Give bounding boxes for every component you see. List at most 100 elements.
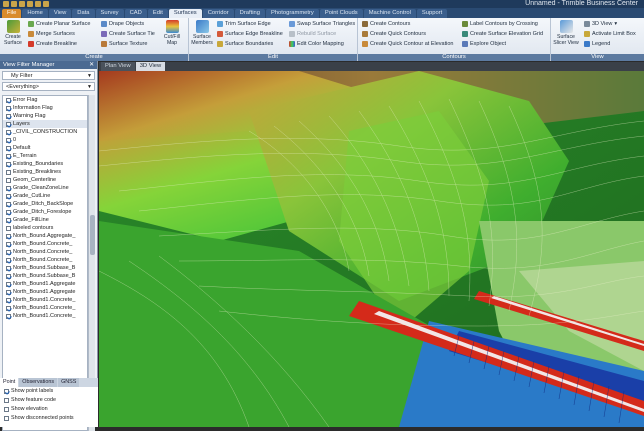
layer-item[interactable]: _CIVIL_CONSTRUCTION — [3, 128, 87, 136]
layer-item[interactable]: North_Bound.Subbase_B — [3, 264, 87, 272]
checkbox[interactable] — [4, 389, 9, 394]
flag-item[interactable]: Error Flag — [3, 96, 87, 104]
checkbox[interactable] — [6, 177, 11, 183]
checkbox[interactable] — [6, 305, 11, 311]
surface-members-button[interactable]: Surface Members — [190, 20, 214, 46]
checkbox[interactable] — [6, 145, 11, 151]
layer-item[interactable]: Existing_Boundaries — [3, 160, 87, 168]
surface-slicer-view-button[interactable]: Surface Slicer View — [553, 20, 579, 46]
layer-item[interactable]: 0 — [3, 136, 87, 144]
checkbox[interactable] — [6, 129, 11, 135]
tab-view[interactable]: View — [48, 9, 72, 18]
layer-item[interactable]: Geom_Centerline — [3, 176, 87, 184]
tab-drafting[interactable]: Drafting — [234, 9, 265, 18]
view-tab-3d-view[interactable]: 3D View — [135, 62, 166, 71]
checkbox[interactable] — [6, 289, 11, 295]
layer-item[interactable]: North_Bound.Concrete_ — [3, 248, 87, 256]
point-option[interactable]: Show disconnected points — [0, 414, 98, 423]
3d-view-dropdown[interactable]: 3D View ▾ — [584, 20, 617, 28]
filter-select[interactable]: My Filter ▼ — [2, 71, 95, 80]
layer-item[interactable]: North_Bound.Aggregate_ — [3, 232, 87, 240]
create-quick-contours-button[interactable]: Create Quick Contours — [362, 30, 426, 38]
surface-texture-button[interactable]: Surface Texture — [101, 40, 147, 48]
close-icon[interactable]: ✕ — [89, 61, 94, 69]
edit-color-mapping-button[interactable]: Edit Color Mapping — [289, 40, 344, 48]
tab-cad[interactable]: CAD — [124, 9, 147, 18]
checkbox[interactable] — [6, 137, 11, 143]
checkbox[interactable] — [6, 185, 11, 191]
flag-item[interactable]: Information Flag — [3, 104, 87, 112]
layer-item[interactable]: Grade_CutLine — [3, 192, 87, 200]
checkbox[interactable] — [4, 407, 9, 412]
trim-surface-edge-button[interactable]: Trim Surface Edge — [217, 20, 271, 28]
checkbox[interactable] — [6, 105, 11, 111]
point-option[interactable]: Show elevation — [0, 405, 98, 414]
checkbox[interactable] — [6, 121, 11, 127]
layer-item[interactable]: Grade_CleanZoneLine — [3, 184, 87, 192]
checkbox[interactable] — [6, 313, 11, 319]
tab-photogrammetry[interactable]: Photogrammetry — [265, 9, 319, 18]
create-planar-surface-button[interactable]: Create Planar Surface — [28, 20, 90, 28]
checkbox[interactable] — [6, 217, 11, 223]
layer-item[interactable]: North_Bound1.Concrete_ — [3, 304, 87, 312]
tab-home[interactable]: Home — [22, 9, 48, 18]
tab-corridor[interactable]: Corridor — [202, 9, 234, 18]
drape-objects-button[interactable]: Drape Objects — [101, 20, 144, 28]
layer-item[interactable]: Grade_Ditch_Foreslope — [3, 208, 87, 216]
scrollbar-thumb[interactable] — [90, 215, 95, 255]
layer-item[interactable]: Existing_Breaklines — [3, 168, 87, 176]
checkbox[interactable] — [6, 241, 11, 247]
layer-item[interactable]: North_Bound1.Aggregate — [3, 280, 87, 288]
view-tab-plan-view[interactable]: Plan View — [101, 62, 135, 71]
tab-file[interactable]: File — [2, 9, 22, 18]
checkbox[interactable] — [6, 273, 11, 279]
point-option[interactable]: Show point labels — [0, 387, 98, 396]
checkbox[interactable] — [6, 153, 11, 159]
undo-icon[interactable] — [35, 1, 41, 7]
3d-view-canvas[interactable] — [99, 71, 644, 427]
create-surface-tie-button[interactable]: Create Surface Tie — [101, 30, 155, 38]
layer-item[interactable]: North_Bound.Concrete_ — [3, 256, 87, 264]
tab-machine-control[interactable]: Machine Control — [363, 9, 416, 18]
checkbox[interactable] — [4, 416, 9, 421]
checkbox[interactable] — [6, 265, 11, 271]
swap-surface-triangles-button[interactable]: Swap Surface Triangles — [289, 20, 355, 28]
explore-object-button[interactable]: Explore Object — [462, 40, 506, 48]
checkbox[interactable] — [6, 249, 11, 255]
save-icon[interactable] — [27, 1, 33, 7]
layer-item[interactable]: North_Bound.Concrete_ — [3, 240, 87, 248]
bottom-tab-observations[interactable]: Observations — [19, 378, 58, 387]
new-icon[interactable] — [11, 1, 17, 7]
bottom-tab-point[interactable]: Point — [0, 378, 19, 387]
checkbox[interactable] — [6, 297, 11, 303]
checkbox[interactable] — [4, 398, 9, 403]
checkbox[interactable] — [6, 225, 11, 231]
create-surface-button[interactable]: Create Surface — [2, 20, 24, 46]
checkbox[interactable] — [6, 193, 11, 199]
bottom-tab-gnss[interactable]: GNSS — [58, 378, 80, 387]
checkbox[interactable] — [6, 169, 11, 175]
tab-data[interactable]: Data — [72, 9, 95, 18]
layer-item[interactable]: Grade_Ditch_BackSlope — [3, 200, 87, 208]
layer-item[interactable]: labeled contours — [3, 224, 87, 232]
checkbox[interactable] — [6, 201, 11, 207]
layer-item[interactable]: North_Bound.Subbase_B — [3, 272, 87, 280]
layers-header[interactable]: Layers — [3, 120, 87, 128]
tab-surfaces[interactable]: Surfaces — [168, 9, 202, 18]
checkbox[interactable] — [6, 97, 11, 103]
tab-edit[interactable]: Edit — [147, 9, 168, 18]
create-quick-contour-at-elevation-button[interactable]: Create Quick Contour at Elevation — [362, 40, 453, 48]
tab-survey[interactable]: Survey — [95, 9, 124, 18]
everything-select[interactable]: <Everything> ▼ — [2, 82, 95, 91]
layer-item[interactable]: North_Bound1.Concrete_ — [3, 296, 87, 304]
checkbox[interactable] — [6, 281, 11, 287]
layer-item[interactable]: Default — [3, 144, 87, 152]
point-option[interactable]: Show feature code — [0, 396, 98, 405]
tab-support[interactable]: Support — [416, 9, 448, 18]
open-icon[interactable] — [19, 1, 25, 7]
checkbox[interactable] — [6, 161, 11, 167]
redo-icon[interactable] — [43, 1, 49, 7]
create-surface-elevation-grid-button[interactable]: Create Surface Elevation Grid — [462, 30, 543, 38]
surface-boundaries-button[interactable]: Surface Boundaries — [217, 40, 273, 48]
checkbox[interactable] — [6, 233, 11, 239]
